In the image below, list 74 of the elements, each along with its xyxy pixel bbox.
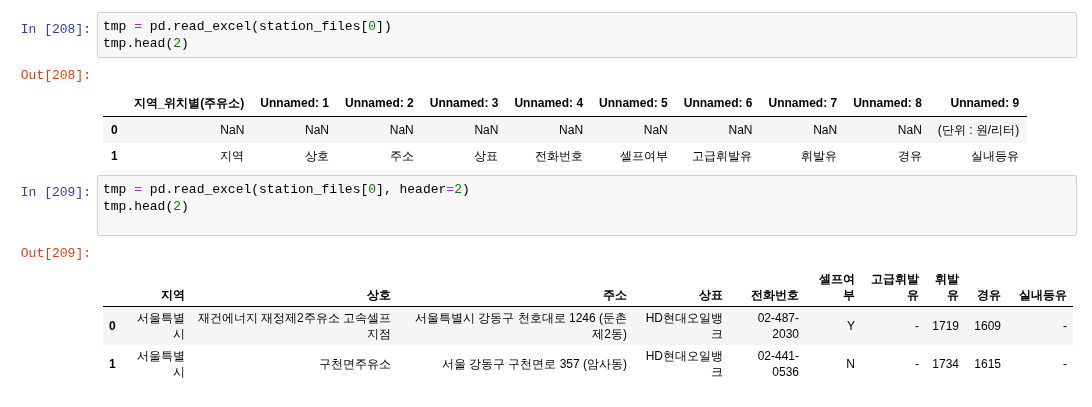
row-index: 1 [103,345,129,383]
column-header: Unnamed: 9 [929,90,1028,117]
table-cell: 1734 [925,345,965,383]
table-cell: 1615 [965,345,1007,383]
input-prompt: In [208]: [20,22,91,37]
table-cell: 서울특별시 [129,345,191,383]
column-header: 휘발유 [925,268,965,307]
code-line: tmp.head(2) [103,35,190,52]
table-cell: 서울 강동구 구천면로 357 (암사동) [397,345,633,383]
table-cell: 전화번호 [506,143,592,169]
table-cell: HD현대오일뱅크 [633,306,729,345]
table-cell: - [861,345,925,383]
column-header: 전화번호 [729,268,805,307]
code-line: tmp = pd.read_excel(station_files[0]) [103,18,393,35]
table-cell: 1719 [925,306,965,345]
table-cell: 02-441-0536 [729,345,805,383]
table-cell: NaN [337,116,422,143]
table-cell: - [1007,306,1073,345]
output-prompt: Out[209]: [20,246,91,261]
table-cell: 실내등유 [929,143,1028,169]
table-cell: Y [805,306,861,345]
table-cell: NaN [760,116,846,143]
table-cell: NaN [252,116,338,143]
table-cell: 상호 [252,143,338,169]
table-cell: (단위 : 원/리터) [929,116,1028,143]
table-cell: 휘발유 [760,143,846,169]
table-cell: 구천면주유소 [191,345,397,383]
table-cell: 고급휘발유 [675,143,761,169]
column-header: 경유 [965,268,1007,307]
table-cell: - [1007,345,1073,383]
column-header: 실내등유 [1007,268,1073,307]
table-cell: NaN [506,116,592,143]
column-header: 고급휘발유 [861,268,925,307]
column-header: Unnamed: 4 [506,90,592,117]
table-cell: 주소 [337,143,422,169]
code-line: tmp.head(2) [103,198,190,215]
column-header: 상호 [191,268,397,307]
table-cell: NaN [421,116,507,143]
row-index: 0 [103,116,126,143]
table-cell: 경유 [845,143,930,169]
column-header: Unnamed: 5 [591,90,676,117]
table-cell: 셀프여부 [591,143,676,169]
output-prompt: Out[208]: [20,68,91,83]
column-header: Unnamed: 6 [675,90,761,117]
column-header: 주소 [397,268,633,307]
table-cell: NaN [591,116,676,143]
table-cell: 02-487-2030 [729,306,805,345]
table-cell: 1609 [965,306,1007,345]
table-cell: NaN [675,116,761,143]
table-cell: 서울특별시 [129,306,191,345]
column-header: 셀프여부 [805,268,861,307]
table-cell: 재건에너지 재정제2주유소 고속셀프지점 [191,306,397,345]
column-header: Unnamed: 3 [421,90,507,117]
column-header: Unnamed: 1 [252,90,338,117]
row-index: 0 [103,306,129,345]
row-index: 1 [103,143,126,169]
table-cell: N [805,345,861,383]
input-prompt: In [209]: [20,185,91,200]
code-editor[interactable]: tmp = pd.read_excel(station_files[0]) tmp.head(2) [97,12,1077,58]
column-header: Unnamed: 7 [760,90,846,117]
column-header: Unnamed: 2 [337,90,422,117]
table-cell: 상표 [421,143,507,169]
column-header: Unnamed: 8 [845,90,930,117]
table-cell: 서울특별시 강동구 천호대로 1246 (둔촌제2동) [397,306,633,345]
column-header: 지역_위치별(주유소) [125,90,253,117]
code-line: tmp = pd.read_excel(station_files[0], header=2) [103,181,471,198]
code-editor[interactable]: tmp = pd.read_excel(station_files[0], header=2) tmp.head(2) [97,175,1077,236]
column-header: 상표 [633,268,729,307]
table-cell: HD현대오일뱅크 [633,345,729,383]
table-cell: - [861,306,925,345]
column-header: 지역 [129,268,191,307]
table-cell: NaN [125,116,253,143]
table-cell: 지역 [125,143,253,169]
table-cell: NaN [845,116,930,143]
